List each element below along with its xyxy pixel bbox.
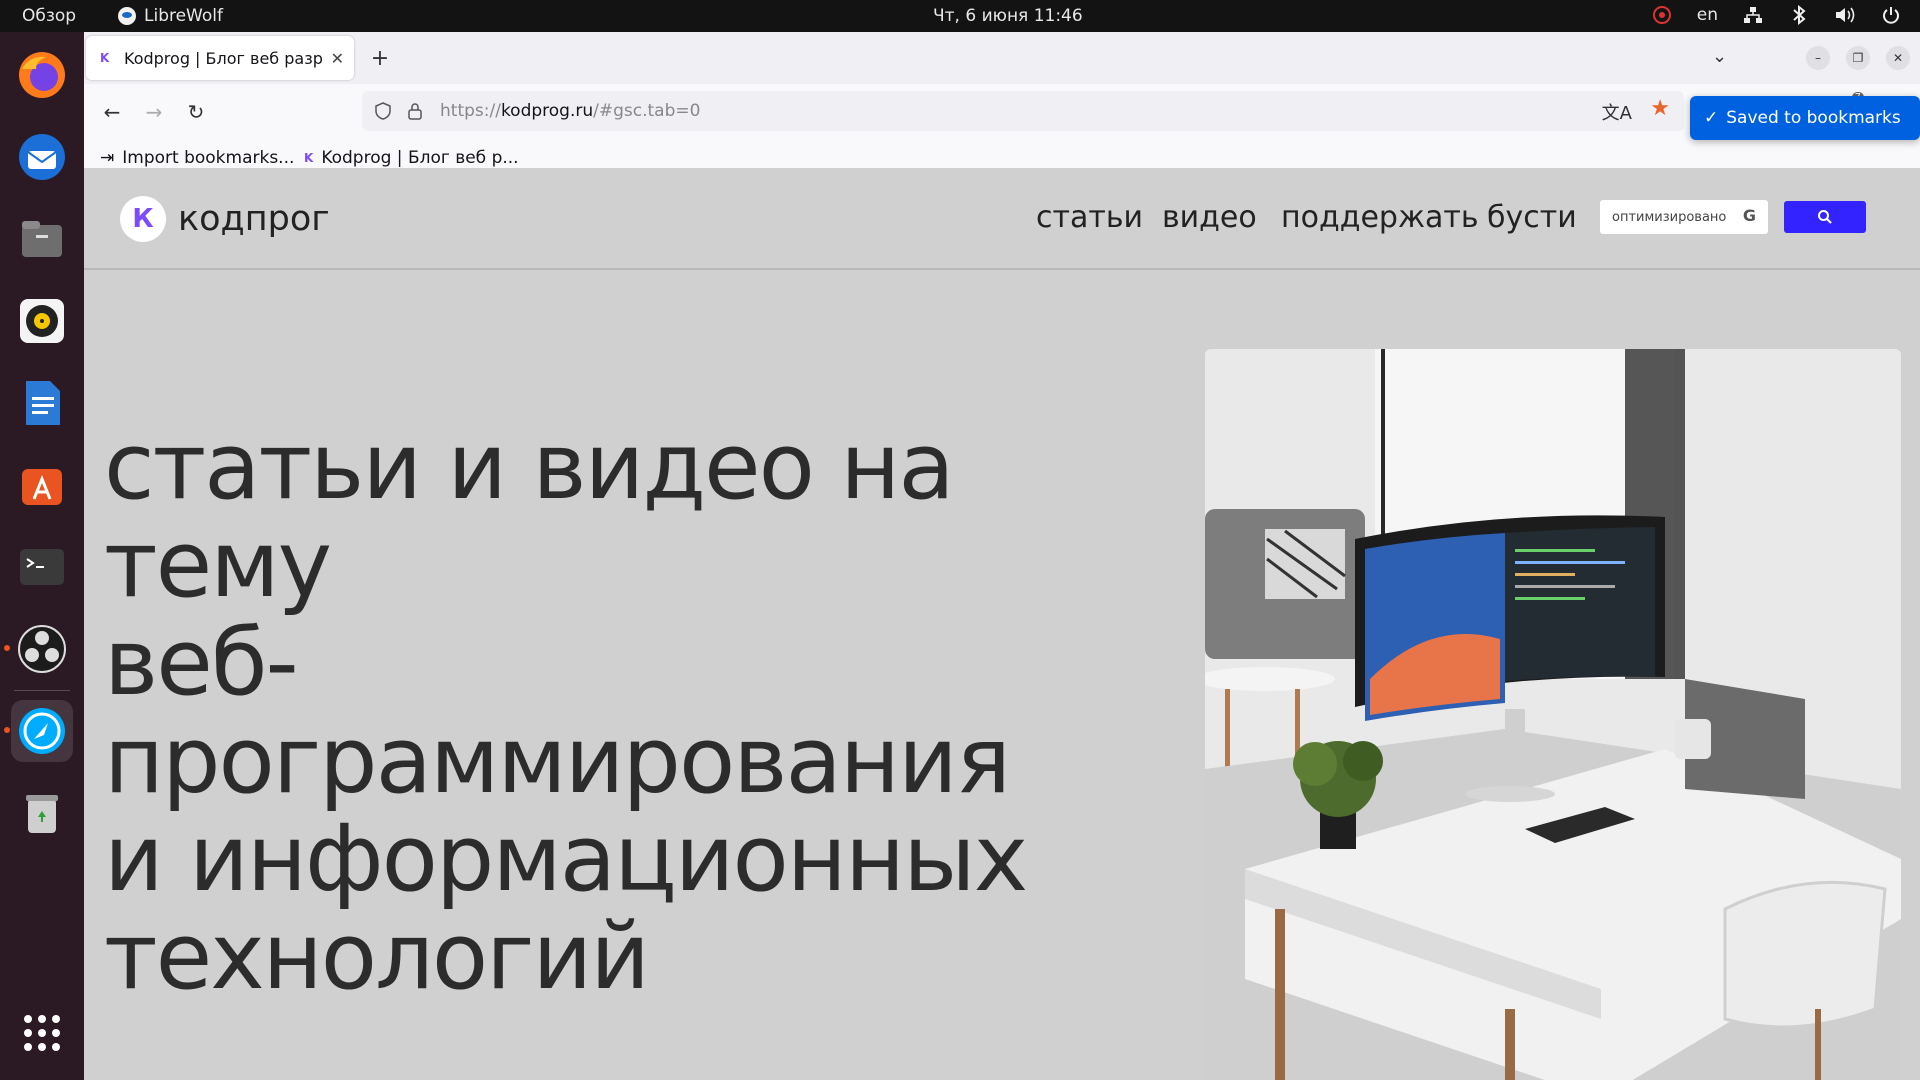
- saved-to-bookmarks-notification: ✓ Saved to bookmarks: [1690, 96, 1920, 140]
- librewolf-small-icon: [118, 7, 136, 25]
- site-search-input[interactable]: оптимизировано G: [1600, 200, 1768, 234]
- firefox-icon[interactable]: [11, 44, 73, 106]
- close-tab-icon[interactable]: ✕: [331, 49, 344, 68]
- checkmark-icon: ✓: [1704, 108, 1719, 128]
- hero-line: статьи и видео на: [104, 413, 955, 520]
- site-search-button[interactable]: [1784, 201, 1866, 233]
- system-top-bar: Обзор LibreWolf Чт, 6 июня 11:46 en: [0, 0, 1920, 32]
- hero-line: веб-: [104, 609, 299, 716]
- url-path: /#gsc.tab=0: [593, 101, 701, 121]
- reload-icon[interactable]: ↻: [182, 98, 210, 126]
- bookmark-label: Kodprog | Блог веб р...: [321, 148, 519, 168]
- power-icon[interactable]: [1880, 4, 1902, 26]
- nav-toolbar: ← → ↻ https://kodprog.ru/#gsc.tab=0 文A ★…: [84, 84, 1920, 140]
- tab-bar: K Kodprog | Блог веб разр ✕ + ⌄ – ❐ ✕: [84, 32, 1920, 84]
- lock-icon[interactable]: [406, 102, 424, 120]
- forward-arrow-icon[interactable]: →: [140, 98, 168, 126]
- show-apps-icon[interactable]: [11, 1002, 73, 1064]
- back-arrow-icon[interactable]: ←: [98, 98, 126, 126]
- search-icon: [1818, 210, 1832, 224]
- running-indicator: [4, 727, 10, 733]
- activities-button[interactable]: Обзор: [22, 6, 76, 26]
- tab-title: Kodprog | Блог веб разр: [124, 48, 323, 68]
- notification-text: Saved to bookmarks: [1726, 108, 1901, 128]
- url-scheme: https://: [440, 101, 501, 121]
- librewolf-icon[interactable]: [4, 700, 73, 762]
- dock: [0, 32, 84, 1080]
- logo-name: кодпрог: [178, 199, 330, 239]
- url-bar[interactable]: https://kodprog.ru/#gsc.tab=0 文A ★: [362, 91, 1684, 131]
- close-window-icon[interactable]: ✕: [1886, 46, 1910, 70]
- nav-link-boosty[interactable]: бусти: [1487, 200, 1577, 235]
- web-page-content: К кодпрог статьи видео поддержать бусти …: [84, 168, 1920, 1080]
- app-center-icon[interactable]: [11, 454, 73, 516]
- site-header: К кодпрог статьи видео поддержать бусти …: [84, 168, 1920, 270]
- kodprog-favicon-icon: K: [304, 151, 314, 165]
- running-indicator: [4, 645, 10, 651]
- logo-mark: К: [120, 196, 166, 242]
- minimize-icon[interactable]: –: [1806, 46, 1830, 70]
- bookmark-star-icon[interactable]: ★: [1650, 96, 1670, 121]
- network-icon[interactable]: [1742, 4, 1764, 26]
- nav-link-articles[interactable]: статьи: [1036, 200, 1143, 235]
- kodprog-favicon-icon: K: [100, 51, 110, 65]
- import-icon: ⇥: [100, 148, 115, 168]
- list-all-tabs-chevron-icon[interactable]: ⌄: [1712, 46, 1727, 67]
- bookmark-item-kodprog[interactable]: K Kodprog | Блог веб р...: [304, 148, 519, 168]
- hero-line: программирования: [104, 707, 1011, 814]
- search-placeholder: оптимизировано: [1612, 209, 1727, 225]
- import-bookmarks-item[interactable]: ⇥ Import bookmarks...: [100, 148, 294, 168]
- trash-icon[interactable]: [11, 782, 73, 844]
- translate-icon[interactable]: 文A: [1602, 99, 1632, 125]
- url-text[interactable]: https://kodprog.ru/#gsc.tab=0: [440, 101, 700, 121]
- app-menu[interactable]: LibreWolf: [118, 6, 223, 26]
- clock[interactable]: Чт, 6 июня 11:46: [933, 6, 1083, 26]
- hero-line: и информационных: [104, 805, 1028, 912]
- bluetooth-icon[interactable]: [1788, 4, 1810, 26]
- bookmark-label: Import bookmarks...: [122, 148, 295, 168]
- url-host: kodprog.ru: [500, 101, 594, 121]
- keyboard-layout-indicator[interactable]: en: [1697, 5, 1718, 25]
- volume-icon[interactable]: [1834, 4, 1856, 26]
- hero-line: технологий: [104, 903, 650, 1010]
- update-indicator-icon[interactable]: [1651, 4, 1673, 26]
- tab-kodprog[interactable]: K Kodprog | Блог веб разр ✕: [86, 36, 354, 80]
- hero-line: тему: [104, 511, 332, 618]
- tracking-protection-shield-icon[interactable]: [374, 102, 392, 120]
- obs-studio-icon[interactable]: [4, 618, 73, 680]
- site-logo[interactable]: К кодпрог: [120, 196, 330, 242]
- hero-image-workspace: [1205, 349, 1901, 1080]
- thunderbird-icon[interactable]: [11, 126, 73, 188]
- nav-link-support[interactable]: поддержать: [1281, 200, 1479, 235]
- hero-title: статьи и видео на тему веб- программиров…: [104, 418, 1064, 1006]
- files-icon[interactable]: [11, 208, 73, 270]
- system-tray: en: [1651, 4, 1902, 26]
- google-g-icon: G: [1742, 206, 1756, 225]
- app-menu-label: LibreWolf: [144, 6, 223, 26]
- libreoffice-writer-icon[interactable]: [11, 372, 73, 434]
- restore-icon[interactable]: ❐: [1846, 46, 1870, 70]
- dock-separator: [14, 690, 70, 691]
- rhythmbox-icon[interactable]: [11, 290, 73, 352]
- terminal-icon[interactable]: [11, 536, 73, 598]
- new-tab-button[interactable]: +: [364, 42, 396, 74]
- nav-link-video[interactable]: видео: [1162, 200, 1257, 235]
